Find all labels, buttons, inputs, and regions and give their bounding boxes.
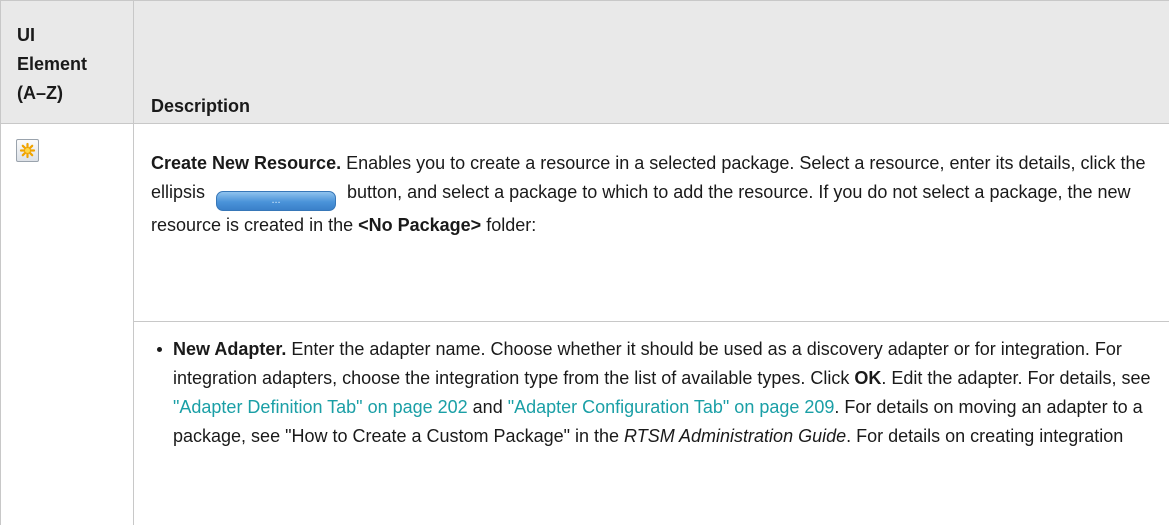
description-divider	[134, 321, 1169, 322]
adapter-definition-tab-link[interactable]: "Adapter Definition Tab" on page 202	[173, 397, 468, 417]
ok-label: OK	[854, 368, 882, 388]
bullet-text-5: . For details on creating integration	[846, 426, 1124, 446]
column-divider	[133, 124, 134, 525]
sparkle-icon	[19, 142, 36, 159]
ui-elements-table: UI Element (A–Z) Description Create New …	[0, 0, 1169, 525]
ellipsis-button[interactable]: ...	[216, 191, 337, 211]
header-cell-ui-element: UI Element (A–Z)	[1, 1, 134, 123]
no-package-folder-label: <No Package>	[358, 215, 482, 235]
bullet-text-3: and	[467, 397, 508, 417]
create-new-resource-icon	[16, 139, 39, 162]
new-adapter-title: New Adapter.	[173, 339, 287, 359]
create-new-resource-description: Create New Resource. Enables you to crea…	[151, 149, 1156, 240]
header-description-label: Description	[151, 96, 251, 116]
header-ui-element-label: UI Element (A–Z)	[17, 25, 88, 103]
list-item-new-adapter: New Adapter. Enter the adapter name. Cho…	[151, 335, 1156, 451]
bullet-icon	[157, 347, 162, 352]
guide-title: RTSM Administration Guide	[624, 426, 847, 446]
bullet-text-2: . Edit the adapter. For details, see	[881, 368, 1151, 388]
adapter-configuration-tab-link[interactable]: "Adapter Configuration Tab" on page 209	[508, 397, 835, 417]
description-cell: Create New Resource. Enables you to crea…	[151, 149, 1156, 240]
table-header: UI Element (A–Z) Description	[1, 0, 1169, 124]
description-text-3: folder:	[481, 215, 537, 235]
create-new-resource-title: Create New Resource.	[151, 153, 342, 173]
resource-type-list: New Adapter. Enter the adapter name. Cho…	[151, 335, 1156, 451]
